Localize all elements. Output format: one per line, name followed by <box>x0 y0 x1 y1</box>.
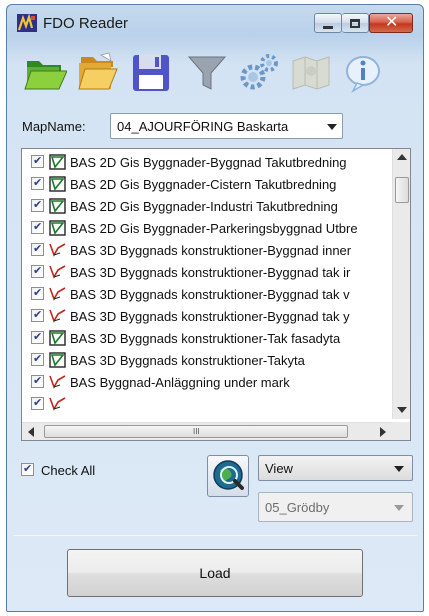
polygon-layer-icon <box>49 352 66 368</box>
layer-label: BAS 3D Byggnads konstruktioner-Byggnad t… <box>70 309 350 324</box>
mapname-label: MapName: <box>22 119 86 134</box>
layer-list-item[interactable]: BAS Byggnad-Anläggning under mark <box>22 371 392 393</box>
window-title: FDO Reader <box>43 15 129 32</box>
layer-checkbox[interactable] <box>31 286 44 300</box>
info-bubble-icon[interactable] <box>341 51 385 95</box>
gears-icon[interactable] <box>237 51 281 95</box>
layer-list-item[interactable]: BAS 3D Byggnads konstruktioner-Byggnad t… <box>22 305 392 327</box>
scrollbar-corner <box>392 422 410 440</box>
line-layer-icon <box>49 308 66 324</box>
layer-checkbox[interactable] <box>31 264 44 278</box>
floppy-save-icon[interactable] <box>129 51 173 95</box>
layer-checkbox[interactable] <box>31 374 44 388</box>
horizontal-scrollbar[interactable]: III <box>22 422 393 440</box>
load-button[interactable]: Load <box>67 549 363 597</box>
layer-checkbox[interactable] <box>31 176 44 190</box>
layer-label: BAS 2D Gis Byggnader-Industri Takutbredn… <box>70 199 338 214</box>
line-layer-icon <box>49 264 66 280</box>
layer-label: BAS 3D Byggnads konstruktioner-Takyta <box>70 353 305 368</box>
layer-list-item[interactable]: BAS 2D Gis Byggnader-Byggnad Takutbredni… <box>22 151 392 173</box>
map-icon[interactable] <box>289 51 333 95</box>
title-bar[interactable]: FDO Reader ✕ <box>7 5 423 41</box>
layer-list-items: BAS 2D Gis Byggnader-Byggnad Takutbredni… <box>22 151 392 419</box>
layer-list-item[interactable]: BAS 3D Byggnads konstruktioner-Byggnad t… <box>22 261 392 283</box>
layer-checkbox[interactable] <box>31 352 44 366</box>
polygon-layer-icon <box>49 154 66 170</box>
toolbar <box>7 45 423 101</box>
layer-label: BAS 3D Byggnads konstruktioner-Byggnad t… <box>70 287 350 302</box>
place-selected-value: 05_Grödby <box>265 500 330 515</box>
layer-list-item[interactable]: BAS 3D Byggnads konstruktioner-Tak fasad… <box>22 327 392 349</box>
layer-checkbox[interactable] <box>31 330 44 344</box>
chevron-down-icon <box>394 466 404 472</box>
layer-label: BAS Byggnad-Anläggning under mark <box>70 375 290 390</box>
minimize-button[interactable] <box>314 13 342 33</box>
scroll-up-icon[interactable] <box>397 154 407 160</box>
layer-label: BAS 2D Gis Byggnader-Cistern Takutbredni… <box>70 177 337 192</box>
check-all[interactable]: Check All <box>21 462 151 481</box>
layer-list-item[interactable] <box>22 393 392 415</box>
mapname-row: MapName: 04_AJOURFÖRING Baskarta <box>7 113 423 139</box>
line-layer-icon <box>49 286 66 302</box>
scroll-grip-icon: III <box>193 427 200 436</box>
layer-list-item[interactable]: BAS 3D Byggnads konstruktioner-Byggnad t… <box>22 283 392 305</box>
layer-checkbox[interactable] <box>31 396 44 410</box>
polygon-layer-icon <box>49 198 66 214</box>
layer-checkbox[interactable] <box>31 242 44 256</box>
close-button[interactable]: ✕ <box>369 13 413 33</box>
layer-label: BAS 3D Byggnads konstruktioner-Byggnad t… <box>70 265 351 280</box>
fdo-reader-window: FDO Reader ✕ MapName: 04_AJOURFÖRING Bas… <box>6 4 424 612</box>
place-select[interactable]: 05_Grödby <box>258 492 413 522</box>
mapname-select[interactable]: 04_AJOURFÖRING Baskarta <box>110 113 343 139</box>
folder-stack-icon[interactable] <box>75 51 119 95</box>
chevron-down-icon <box>394 505 404 511</box>
layer-list-item[interactable]: BAS 3D Byggnads konstruktioner-Byggnad i… <box>22 239 392 261</box>
polygon-layer-icon <box>49 220 66 236</box>
polygon-layer-icon <box>49 176 66 192</box>
vertical-scroll-thumb[interactable] <box>395 177 409 203</box>
layer-list-item[interactable]: BAS 2D Gis Byggnader-Cistern Takutbredni… <box>22 173 392 195</box>
scroll-left-icon[interactable] <box>28 427 34 437</box>
maximize-button[interactable] <box>342 13 369 33</box>
layer-label: BAS 2D Gis Byggnader-Byggnad Takutbredni… <box>70 155 347 170</box>
fdo-app-icon <box>17 14 37 32</box>
layer-list[interactable]: BAS 2D Gis Byggnader-Byggnad Takutbredni… <box>21 148 411 441</box>
line-layer-icon <box>49 396 66 412</box>
check-all-label: Check All <box>41 463 96 478</box>
close-icon: ✕ <box>385 14 399 31</box>
folder-open-icon[interactable] <box>23 51 67 95</box>
minimize-icon <box>323 26 333 29</box>
layer-list-item[interactable]: BAS 3D Byggnads konstruktioner-Takyta <box>22 349 392 371</box>
scroll-right-icon[interactable] <box>380 427 386 437</box>
view-select[interactable]: View <box>258 455 413 481</box>
horizontal-scroll-thumb[interactable]: III <box>44 425 348 438</box>
layer-list-item[interactable]: BAS 2D Gis Byggnader-Industri Takutbredn… <box>22 195 392 217</box>
zoom-globe-button[interactable] <box>207 455 249 497</box>
line-layer-icon <box>49 374 66 390</box>
globe-magnifier-icon <box>213 460 244 490</box>
layer-label: BAS 3D Byggnads konstruktioner-Byggnad i… <box>70 243 352 258</box>
view-selected-value: View <box>265 461 293 476</box>
polygon-layer-icon <box>49 330 66 346</box>
scroll-down-icon[interactable] <box>397 407 407 413</box>
layer-checkbox[interactable] <box>31 308 44 322</box>
divider <box>13 535 417 536</box>
mapname-selected-value: 04_AJOURFÖRING Baskarta <box>117 119 289 134</box>
chevron-down-icon <box>327 124 337 130</box>
line-layer-icon <box>49 242 66 258</box>
layer-checkbox[interactable] <box>31 220 44 234</box>
layer-label: BAS 3D Byggnads konstruktioner-Tak fasad… <box>70 331 341 346</box>
maximize-icon <box>350 19 360 28</box>
layer-label: BAS 2D Gis Byggnader-Parkeringsbyggnad U… <box>70 221 358 236</box>
check-all-checkbox[interactable] <box>21 462 34 476</box>
layer-list-item[interactable]: BAS 2D Gis Byggnader-Parkeringsbyggnad U… <box>22 217 392 239</box>
funnel-filter-icon[interactable] <box>185 51 229 95</box>
layer-checkbox[interactable] <box>31 198 44 212</box>
layer-checkbox[interactable] <box>31 154 44 168</box>
vertical-scrollbar[interactable] <box>392 149 410 419</box>
